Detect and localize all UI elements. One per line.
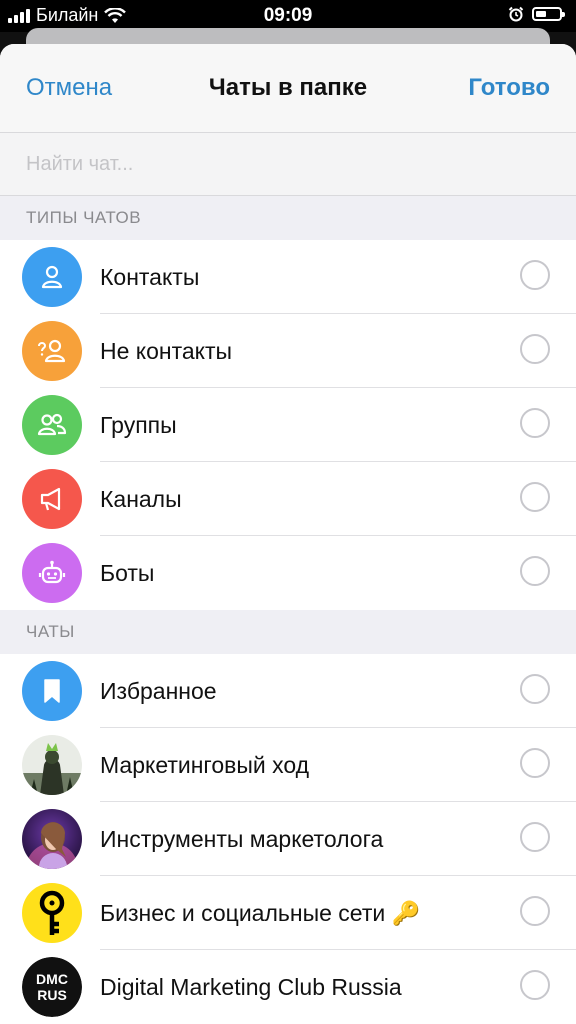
search-bar bbox=[0, 133, 576, 196]
chat-types-list: Контакты Не контакты Группы Каналы Боты bbox=[0, 240, 576, 610]
person-question-icon bbox=[22, 321, 82, 381]
search-input[interactable] bbox=[26, 149, 546, 179]
chat-row[interactable]: DMC RUS Digital Marketing Club Russia bbox=[0, 950, 576, 1024]
status-right bbox=[508, 6, 565, 22]
key-logo-icon bbox=[22, 883, 82, 943]
chat-label: Бизнес и социальные сети 🔑 bbox=[100, 900, 421, 926]
chat-label: Digital Marketing Club Russia bbox=[100, 974, 402, 1000]
chat-row[interactable]: Избранное bbox=[0, 654, 576, 728]
chat-type-row[interactable]: Боты bbox=[0, 536, 576, 610]
select-checkbox[interactable] bbox=[520, 408, 550, 438]
chat-label: Маркетинговый ход bbox=[100, 752, 310, 778]
chat-type-row[interactable]: Каналы bbox=[0, 462, 576, 536]
bookmark-icon bbox=[22, 661, 82, 721]
select-checkbox[interactable] bbox=[520, 556, 550, 586]
dmc-logo-icon: DMC RUS bbox=[22, 957, 82, 1017]
alarm-icon bbox=[508, 6, 524, 22]
avatar: DMC RUS bbox=[22, 957, 82, 1017]
people-icon bbox=[22, 395, 82, 455]
megaphone-icon bbox=[22, 469, 82, 529]
section-header-chat-types: ТИПЫ ЧАТОВ bbox=[0, 196, 576, 240]
chat-type-label: Боты bbox=[100, 560, 155, 586]
chat-row[interactable]: Инструменты маркетолога bbox=[0, 802, 576, 876]
chat-row[interactable]: Маркетинговый ход bbox=[0, 728, 576, 802]
select-checkbox[interactable] bbox=[520, 674, 550, 704]
logo-text-top: DMC bbox=[36, 971, 68, 987]
select-checkbox[interactable] bbox=[520, 970, 550, 1000]
select-checkbox[interactable] bbox=[520, 260, 550, 290]
chats-list: Избранное Маркетинговый ход Инструменты ма… bbox=[0, 654, 576, 1024]
section-header-chats: ЧАТЫ bbox=[0, 610, 576, 654]
battery-icon bbox=[532, 7, 565, 21]
chat-label: Избранное bbox=[100, 678, 217, 704]
chat-type-label: Не контакты bbox=[100, 338, 233, 364]
chat-type-label: Контакты bbox=[100, 264, 200, 290]
chat-avatar bbox=[22, 735, 82, 795]
battery-fill bbox=[536, 11, 546, 17]
select-checkbox[interactable] bbox=[520, 482, 550, 512]
chat-type-label: Группы bbox=[100, 412, 177, 438]
robot-icon bbox=[22, 543, 82, 603]
chat-type-row[interactable]: Группы bbox=[0, 388, 576, 462]
chat-avatar bbox=[22, 809, 82, 869]
select-checkbox[interactable] bbox=[520, 334, 550, 364]
person-icon bbox=[22, 247, 82, 307]
chat-label: Инструменты маркетолога bbox=[100, 826, 384, 852]
select-checkbox[interactable] bbox=[520, 748, 550, 778]
clock: 09:09 bbox=[263, 5, 313, 26]
chat-type-row[interactable]: Контакты bbox=[0, 240, 576, 314]
nav-bar: Отмена Чаты в папке Готово bbox=[0, 44, 576, 133]
logo-text-bottom: RUS bbox=[37, 987, 67, 1003]
chats-in-folder-sheet: Отмена Чаты в папке Готово ТИПЫ ЧАТОВ Ко… bbox=[0, 44, 576, 1024]
select-checkbox[interactable] bbox=[520, 896, 550, 926]
chat-row[interactable]: Бизнес и социальные сети 🔑 bbox=[0, 876, 576, 950]
select-checkbox[interactable] bbox=[520, 822, 550, 852]
done-button[interactable]: Готово bbox=[468, 74, 550, 102]
chat-type-row[interactable]: Не контакты bbox=[0, 314, 576, 388]
chat-type-label: Каналы bbox=[100, 486, 182, 512]
